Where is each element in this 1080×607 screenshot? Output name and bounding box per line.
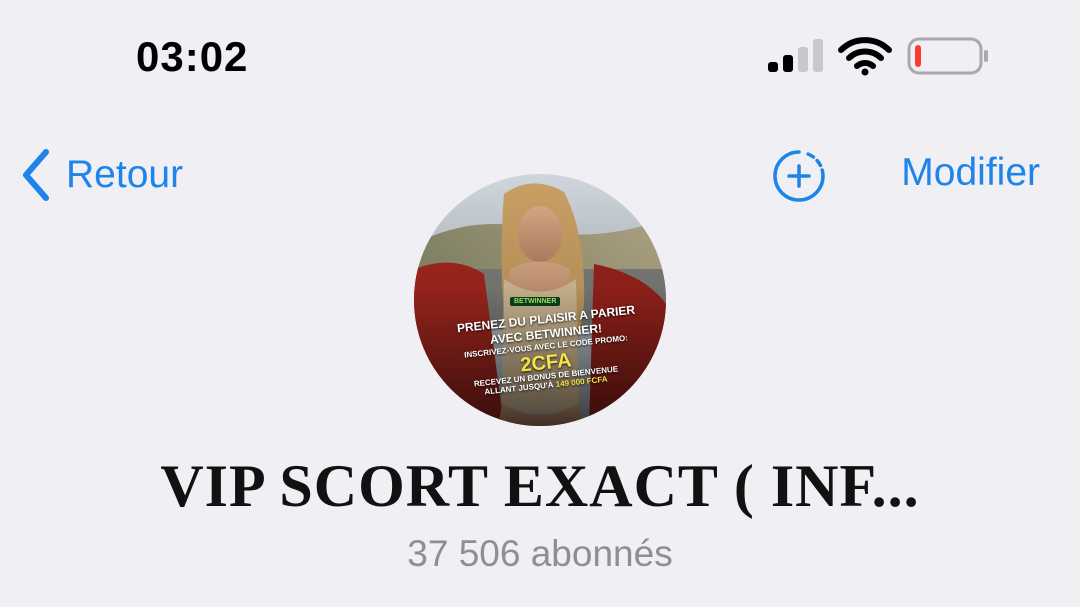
status-time: 03:02: [136, 33, 249, 80]
back-button[interactable]: Retour: [18, 145, 183, 205]
edit-button[interactable]: Modifier: [901, 151, 1040, 195]
cellular-signal-icon: [768, 39, 823, 72]
channel-avatar[interactable]: BETWINNER PRENEZ DU PLAISIR A PARIER AVE…: [414, 174, 666, 426]
promo-tag: BETWINNER: [510, 297, 561, 306]
status-bar: 03:02: [0, 0, 1080, 110]
chevron-left-icon: [23, 149, 49, 201]
wifi-icon: [838, 37, 892, 76]
subscriber-count: 37 506 abonnés: [407, 533, 673, 574]
channel-title: VIP SCORT EXACT ( INF...: [160, 453, 920, 519]
battery-low-icon: [907, 37, 988, 75]
add-story-icon[interactable]: [772, 149, 826, 203]
back-button-label: Retour: [66, 153, 184, 196]
avatar-promo-text: BETWINNER PRENEZ DU PLAISIR A PARIER AVE…: [414, 174, 666, 426]
